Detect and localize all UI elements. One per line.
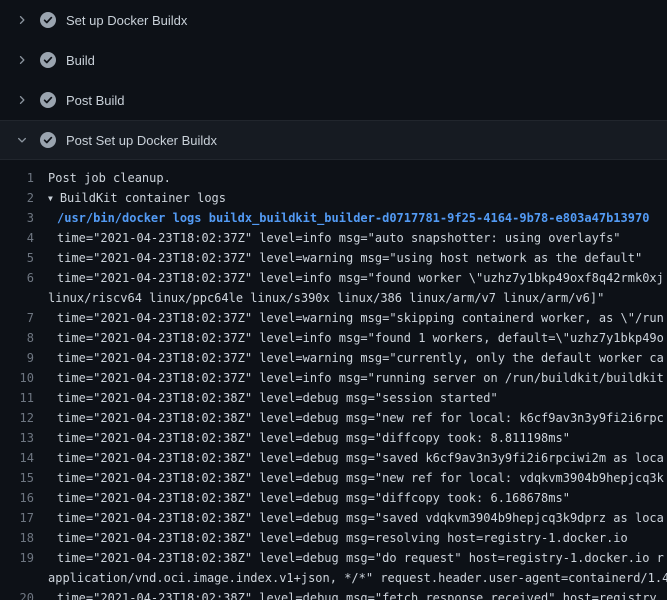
log-line: 10 time="2021-04-23T18:02:37Z" level=inf… xyxy=(0,368,667,388)
line-number[interactable]: 8 xyxy=(0,328,48,348)
line-text: time="2021-04-23T18:02:38Z" level=debug … xyxy=(48,588,667,600)
step-header[interactable]: Build xyxy=(0,40,667,80)
log-line: 11 time="2021-04-23T18:02:38Z" level=deb… xyxy=(0,388,667,408)
line-text: linux/riscv64 linux/ppc64le linux/s390x … xyxy=(48,288,667,308)
log-line: 1 Post job cleanup. xyxy=(0,168,667,188)
line-text: time="2021-04-23T18:02:37Z" level=info m… xyxy=(48,228,667,248)
line-number[interactable]: 15 xyxy=(0,468,48,488)
line-text: time="2021-04-23T18:02:38Z" level=debug … xyxy=(48,508,667,528)
step-section: Post Set up Docker Buildx 1 Post job cle… xyxy=(0,120,667,600)
line-text: time="2021-04-23T18:02:38Z" level=debug … xyxy=(48,408,667,428)
log-line: 7 time="2021-04-23T18:02:37Z" level=warn… xyxy=(0,308,667,328)
line-number[interactable]: 4 xyxy=(0,228,48,248)
chevron-right-icon xyxy=(14,12,30,28)
line-text: time="2021-04-23T18:02:38Z" level=debug … xyxy=(48,428,667,448)
chevron-right-icon xyxy=(14,52,30,68)
log-line: 16 time="2021-04-23T18:02:38Z" level=deb… xyxy=(0,488,667,508)
line-number[interactable]: 5 xyxy=(0,248,48,268)
line-number[interactable]: 9 xyxy=(0,348,48,368)
check-circle-icon xyxy=(40,132,56,148)
chevron-right-icon xyxy=(14,92,30,108)
log-line: 18 time="2021-04-23T18:02:38Z" level=deb… xyxy=(0,528,667,548)
log-line: 12 time="2021-04-23T18:02:38Z" level=deb… xyxy=(0,408,667,428)
line-number[interactable]: 14 xyxy=(0,448,48,468)
line-text: ▼BuildKit container logs xyxy=(48,188,667,208)
log-line: 5 time="2021-04-23T18:02:37Z" level=warn… xyxy=(0,248,667,268)
group-collapse-icon[interactable]: ▼ xyxy=(48,189,53,208)
workflow-log-viewer: Set up Docker Buildx Build xyxy=(0,0,667,600)
line-text: time="2021-04-23T18:02:37Z" level=warnin… xyxy=(48,308,667,328)
log-line: linux/riscv64 linux/ppc64le linux/s390x … xyxy=(0,288,667,308)
log-line: 6 time="2021-04-23T18:02:37Z" level=info… xyxy=(0,268,667,288)
line-number[interactable]: 7 xyxy=(0,308,48,328)
check-circle-icon xyxy=(40,92,56,108)
line-number[interactable]: 3 xyxy=(0,208,48,228)
line-text: time="2021-04-23T18:02:38Z" level=debug … xyxy=(48,468,667,488)
line-number[interactable] xyxy=(0,288,48,308)
log-line: 15 time="2021-04-23T18:02:38Z" level=deb… xyxy=(0,468,667,488)
step-header[interactable]: Post Build xyxy=(0,80,667,120)
log-line: 20 time="2021-04-23T18:02:38Z" level=deb… xyxy=(0,588,667,600)
log-line: 3 /usr/bin/docker logs buildx_buildkit_b… xyxy=(0,208,667,228)
log-line: 2 ▼BuildKit container logs xyxy=(0,188,667,208)
step-log-body: 1 Post job cleanup. 2 ▼BuildKit containe… xyxy=(0,160,667,600)
chevron-down-icon xyxy=(14,132,30,148)
log-line: 8 time="2021-04-23T18:02:37Z" level=info… xyxy=(0,328,667,348)
step-header[interactable]: Set up Docker Buildx xyxy=(0,0,667,40)
line-text: /usr/bin/docker logs buildx_buildkit_bui… xyxy=(48,208,667,228)
line-number[interactable]: 17 xyxy=(0,508,48,528)
line-number[interactable]: 18 xyxy=(0,528,48,548)
log-line: 13 time="2021-04-23T18:02:38Z" level=deb… xyxy=(0,428,667,448)
line-text: time="2021-04-23T18:02:37Z" level=warnin… xyxy=(48,248,667,268)
step-title: Set up Docker Buildx xyxy=(66,13,187,28)
step-title: Post Set up Docker Buildx xyxy=(66,133,217,148)
line-number[interactable]: 6 xyxy=(0,268,48,288)
line-number[interactable]: 12 xyxy=(0,408,48,428)
line-number[interactable]: 19 xyxy=(0,548,48,568)
log-line: application/vnd.oci.image.index.v1+json,… xyxy=(0,568,667,588)
step-section: Post Build xyxy=(0,80,667,120)
step-section: Build xyxy=(0,40,667,80)
log-line: 4 time="2021-04-23T18:02:37Z" level=info… xyxy=(0,228,667,248)
log-line: 14 time="2021-04-23T18:02:38Z" level=deb… xyxy=(0,448,667,468)
line-text: time="2021-04-23T18:02:37Z" level=warnin… xyxy=(48,348,667,368)
step-list: Set up Docker Buildx Build xyxy=(0,0,667,600)
line-text: time="2021-04-23T18:02:37Z" level=info m… xyxy=(48,268,667,288)
line-text: time="2021-04-23T18:02:37Z" level=info m… xyxy=(48,368,667,388)
line-number[interactable]: 1 xyxy=(0,168,48,188)
line-text: time="2021-04-23T18:02:38Z" level=debug … xyxy=(48,548,667,568)
step-section: Set up Docker Buildx xyxy=(0,0,667,40)
log-line: 9 time="2021-04-23T18:02:37Z" level=warn… xyxy=(0,348,667,368)
check-circle-icon xyxy=(40,52,56,68)
line-number[interactable] xyxy=(0,568,48,588)
line-number[interactable]: 2 xyxy=(0,188,48,208)
line-number[interactable]: 10 xyxy=(0,368,48,388)
line-text: application/vnd.oci.image.index.v1+json,… xyxy=(48,568,667,588)
line-text: Post job cleanup. xyxy=(48,168,667,188)
log-line: 17 time="2021-04-23T18:02:38Z" level=deb… xyxy=(0,508,667,528)
step-title: Build xyxy=(66,53,95,68)
line-text: time="2021-04-23T18:02:38Z" level=debug … xyxy=(48,388,667,408)
line-text: time="2021-04-23T18:02:38Z" level=debug … xyxy=(48,528,667,548)
step-header[interactable]: Post Set up Docker Buildx xyxy=(0,120,667,160)
check-circle-icon xyxy=(40,12,56,28)
line-number[interactable]: 11 xyxy=(0,388,48,408)
line-number[interactable]: 16 xyxy=(0,488,48,508)
line-text: time="2021-04-23T18:02:38Z" level=debug … xyxy=(48,448,667,468)
line-number[interactable]: 20 xyxy=(0,588,48,600)
line-text: time="2021-04-23T18:02:37Z" level=info m… xyxy=(48,328,667,348)
line-text: time="2021-04-23T18:02:38Z" level=debug … xyxy=(48,488,667,508)
log-line: 19 time="2021-04-23T18:02:38Z" level=deb… xyxy=(0,548,667,568)
step-title: Post Build xyxy=(66,93,125,108)
line-number[interactable]: 13 xyxy=(0,428,48,448)
